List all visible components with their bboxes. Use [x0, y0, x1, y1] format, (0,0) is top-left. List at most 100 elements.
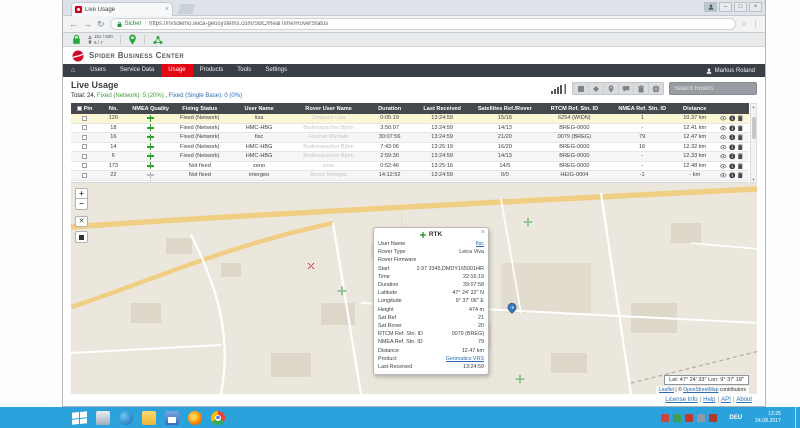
trash-icon[interactable]: [737, 134, 744, 141]
scroll-up-icon[interactable]: ▲: [752, 104, 756, 109]
select-all-checkbox[interactable]: [77, 106, 82, 111]
info-icon[interactable]: [729, 125, 736, 132]
table-row[interactable]: 22Not fixedintergeoAcces Intergeo14:12:5…: [71, 171, 749, 181]
info-icon[interactable]: [729, 163, 736, 170]
map-marker-green-cross[interactable]: [524, 218, 533, 227]
column-header-rover-user-name[interactable]: Rover User Name: [291, 103, 366, 114]
popup-value[interactable]: Geomatics VRS: [446, 355, 484, 363]
eye-icon[interactable]: [720, 163, 727, 170]
pin-icon[interactable]: [603, 83, 618, 94]
map-marker-green-cross[interactable]: [516, 375, 525, 384]
tray-icon-1[interactable]: [661, 414, 669, 422]
eye-icon[interactable]: [720, 144, 727, 151]
nav-item-users[interactable]: Users: [83, 64, 113, 77]
signal-bars-icon[interactable]: [551, 84, 567, 94]
window-minimize-button[interactable]: –: [719, 2, 732, 12]
table-row[interactable]: 6Fixed (Network)HMC-HBGBodenspacher Björ…: [71, 152, 749, 162]
trash-icon[interactable]: [737, 144, 744, 151]
tray-icon-3[interactable]: [685, 414, 693, 422]
footer-link-api[interactable]: API: [721, 397, 731, 403]
tray-icon-2[interactable]: [673, 414, 681, 422]
column-header-pin[interactable]: Pin: [71, 103, 98, 114]
column-header-distance[interactable]: Distance: [674, 103, 715, 114]
trash-icon[interactable]: [737, 115, 744, 122]
column-header-no-[interactable]: No.: [98, 103, 129, 114]
home-icon[interactable]: ⌂: [63, 64, 83, 77]
row-checkbox[interactable]: [82, 163, 87, 168]
start-button-icon[interactable]: [72, 411, 87, 425]
window-close-button[interactable]: ×: [749, 2, 762, 12]
user-menu[interactable]: Markus Roland: [706, 68, 765, 74]
window-maximize-button[interactable]: □: [734, 2, 747, 12]
globe-icon[interactable]: [648, 83, 663, 94]
column-header-nmea-quality[interactable]: NMEA Quality: [129, 103, 173, 114]
map[interactable]: + − ✕ RTK × User NamefiscRover TypeLeica…: [71, 183, 757, 394]
trash-icon[interactable]: [737, 172, 744, 179]
eye-icon[interactable]: [720, 115, 727, 122]
column-header-user-name[interactable]: User Name: [227, 103, 291, 114]
search-input[interactable]: [669, 82, 757, 95]
firefox-icon[interactable]: [188, 411, 202, 425]
internet-explorer-icon[interactable]: [119, 411, 133, 425]
eye-icon[interactable]: [720, 172, 727, 179]
square-icon[interactable]: [573, 83, 588, 94]
trash-icon[interactable]: [737, 125, 744, 132]
table-row[interactable]: 16Fixed (Network)fiscFischer Michele30:0…: [71, 133, 749, 143]
nav-item-usage[interactable]: Usage: [161, 64, 192, 77]
table-row[interactable]: 173Not fixedzenozeno0:52:4613:25:1614/5B…: [71, 162, 749, 172]
scrollbar-thumb[interactable]: [752, 117, 756, 139]
column-header-satellites-ref-rover[interactable]: Satellites Ref./Rover: [471, 103, 539, 114]
scroll-down-icon[interactable]: ▼: [752, 177, 756, 182]
row-checkbox[interactable]: [82, 173, 87, 178]
nav-item-products[interactable]: Products: [193, 64, 231, 77]
eye-icon[interactable]: [720, 125, 727, 132]
table-row[interactable]: 14Fixed (Network)HMC-HBGBodenspacher Bjö…: [71, 143, 749, 153]
explorer-icon[interactable]: [96, 411, 110, 425]
column-header-duration[interactable]: Duration: [366, 103, 413, 114]
chrome-icon[interactable]: [211, 411, 225, 425]
bookmark-star-icon[interactable]: ☆: [741, 21, 747, 28]
footer-link-help[interactable]: Help: [703, 397, 715, 403]
info-icon[interactable]: [729, 153, 736, 160]
row-checkbox[interactable]: [82, 144, 87, 149]
reload-icon[interactable]: ↻: [97, 20, 105, 29]
row-checkbox[interactable]: [82, 135, 87, 140]
trash-icon[interactable]: [737, 153, 744, 160]
fullscreen-button[interactable]: ✕: [75, 216, 88, 227]
map-pin-button-icon[interactable]: [128, 34, 137, 45]
leaflet-link[interactable]: Leaflet: [659, 387, 674, 393]
row-checkbox[interactable]: [82, 125, 87, 130]
diamond-icon[interactable]: [588, 83, 603, 94]
table-row[interactable]: 18Fixed (Network)HMC-HBGBodenspacher Bjö…: [71, 124, 749, 134]
save-icon[interactable]: [165, 411, 179, 425]
eye-icon[interactable]: [720, 153, 727, 160]
keyboard-language[interactable]: DEU: [729, 415, 742, 421]
popup-close-icon[interactable]: ×: [481, 229, 485, 236]
osm-link[interactable]: OpenStreetMap: [683, 387, 718, 393]
tray-icon-5[interactable]: [709, 414, 717, 422]
table-scrollbar[interactable]: ▲ ▼: [750, 103, 757, 183]
browser-profile-icon[interactable]: [704, 2, 717, 12]
column-header-fixing-status[interactable]: Fixing Status: [173, 103, 227, 114]
nav-item-tools[interactable]: Tools: [230, 64, 258, 77]
column-header-last-received[interactable]: Last Received: [413, 103, 471, 114]
tab-close-icon[interactable]: ×: [165, 6, 169, 13]
network-nodes-icon[interactable]: [152, 35, 164, 45]
info-icon[interactable]: [729, 172, 736, 179]
browser-menu-icon[interactable]: ⋮: [752, 21, 759, 28]
nav-item-service-data[interactable]: Service Data: [113, 64, 161, 77]
map-marker-green-cross[interactable]: [338, 287, 347, 296]
trash-icon[interactable]: [737, 163, 744, 170]
chat-icon[interactable]: [618, 83, 633, 94]
taskbar-clock[interactable]: 13:25 24.08.2017: [755, 411, 781, 424]
zoom-in-button[interactable]: +: [75, 188, 88, 199]
info-icon[interactable]: [729, 115, 736, 122]
footer-link-about[interactable]: About: [736, 397, 752, 403]
new-tab-button[interactable]: [177, 4, 196, 14]
extent-button[interactable]: [75, 231, 88, 243]
row-checkbox[interactable]: [82, 154, 87, 159]
zoom-out-button[interactable]: −: [75, 199, 88, 210]
url-omnibox[interactable]: Sicher | https://nvsdemo.leica-geosystem…: [110, 18, 736, 30]
tray-icon-4[interactable]: [697, 414, 705, 422]
nav-item-settings[interactable]: Settings: [258, 64, 294, 77]
